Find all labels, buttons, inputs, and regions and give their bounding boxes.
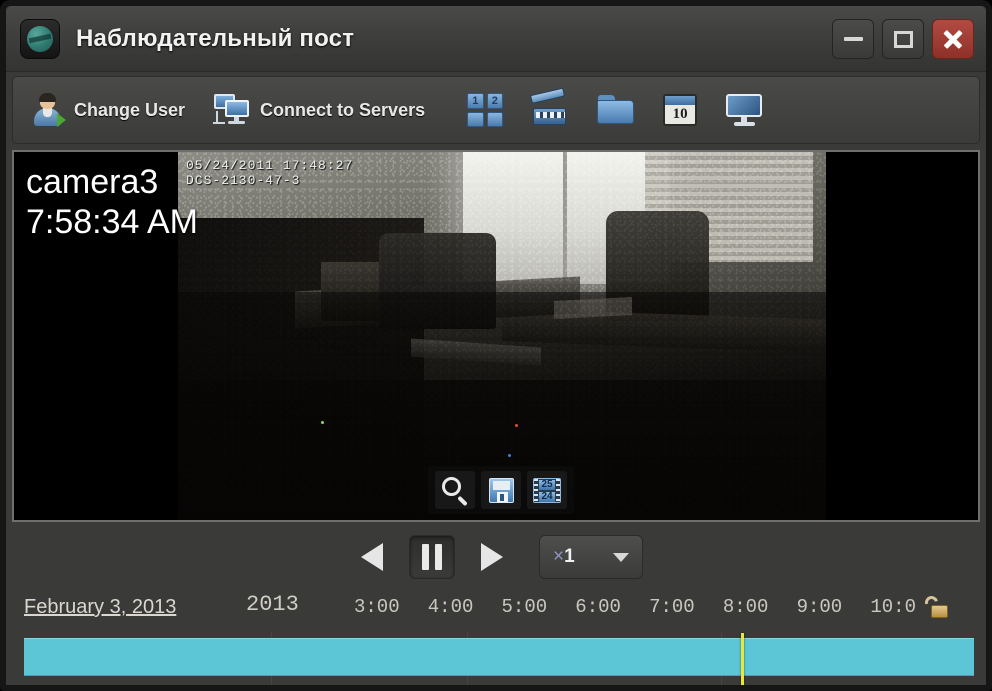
- timeline-tick: 9:00: [796, 596, 843, 618]
- chevron-down-icon: [613, 552, 629, 562]
- user-switch-icon: [31, 93, 66, 127]
- close-icon: [942, 28, 964, 50]
- timeline-tick-labels: 3:00 4:00 5:00 6:00 7:00 8:00 9:00 10:0: [354, 596, 916, 618]
- application-window: Наблюдательный пост Change User Connect …: [0, 0, 992, 691]
- pause-button[interactable]: [409, 535, 455, 579]
- camera-osd-model: DCS-2130-47-3: [186, 173, 301, 188]
- frame-step-button[interactable]: 25 24: [527, 471, 567, 509]
- layout-grid-button[interactable]: 1 2: [463, 83, 507, 137]
- calendar-icon: 10: [663, 94, 698, 126]
- timeline-date-link[interactable]: February 3, 2013: [24, 596, 176, 619]
- floppy-save-icon: [488, 477, 514, 503]
- play-forward-icon: [481, 543, 503, 571]
- window-title: Наблюдательный пост: [76, 24, 355, 52]
- camera-name-overlay: camera3: [26, 163, 159, 201]
- play-reverse-icon: [361, 543, 383, 571]
- grid-cell-1: 1: [467, 93, 484, 109]
- unlocked-padlock-icon[interactable]: [922, 593, 948, 618]
- window-controls: [832, 19, 974, 59]
- change-user-button[interactable]: Change User: [27, 83, 189, 137]
- timeline-playhead[interactable]: [741, 633, 745, 685]
- magnifier-icon: [442, 477, 468, 507]
- display-monitor-button[interactable]: [721, 83, 767, 137]
- save-snapshot-button[interactable]: [481, 471, 521, 509]
- grid-cell-3: [467, 111, 484, 127]
- play-reverse-button[interactable]: [349, 535, 395, 579]
- title-bar: Наблюдательный пост: [6, 6, 986, 72]
- timeline-tick: 4:00: [427, 596, 474, 618]
- timeline-track-area: [6, 632, 986, 685]
- timeline-tick: 8:00: [722, 596, 769, 618]
- playback-time-overlay: 7:58:34 AM: [26, 203, 199, 241]
- video-tools-overlay: 25 24: [428, 466, 574, 514]
- grid-cell-4: [486, 111, 504, 127]
- maximize-button[interactable]: [882, 19, 924, 59]
- connect-to-servers-label: Connect to Servers: [260, 99, 426, 120]
- timeline-year-label: 2013: [246, 592, 299, 617]
- timeline-tick: 6:00: [575, 596, 621, 618]
- timeline-tick: 7:00: [649, 596, 695, 618]
- timeline-tick: 3:00: [354, 596, 400, 618]
- minimize-button[interactable]: [832, 19, 874, 59]
- timeline-tick: 10:0: [870, 596, 916, 618]
- calendar-day: 10: [672, 106, 688, 122]
- servers-monitor-icon: [213, 93, 251, 127]
- timeline: February 3, 2013 2013 3:00 4:00 5:00 6:0…: [6, 588, 986, 685]
- film-frame-top: 25: [539, 479, 555, 490]
- timeline-recording-track[interactable]: [24, 633, 974, 685]
- playback-controls: ×1: [6, 526, 986, 588]
- camera-video-frame: [178, 152, 826, 520]
- timeline-tick: 5:00: [501, 596, 548, 618]
- film-frame-bottom: 24: [539, 491, 555, 502]
- clapperboard-icon: [530, 87, 569, 126]
- archive-folder-button[interactable]: [593, 83, 639, 137]
- maximize-icon: [893, 30, 913, 48]
- app-logo-icon: [20, 18, 60, 59]
- recordings-button[interactable]: [527, 83, 573, 137]
- film-frames-icon: 25 24: [533, 477, 561, 503]
- speed-number: 1: [564, 546, 575, 567]
- speed-prefix: ×: [553, 546, 565, 567]
- playback-speed-select[interactable]: ×1: [539, 535, 643, 579]
- pause-icon: [422, 544, 442, 570]
- calendar-button[interactable]: 10: [659, 83, 701, 137]
- grid-cell-2: 2: [486, 93, 504, 109]
- video-viewport[interactable]: 05/24/2011 17:48:27 DCS-2130-47-3 camera…: [12, 150, 980, 522]
- connect-to-servers-button[interactable]: Connect to Servers: [209, 83, 429, 137]
- main-toolbar: Change User Connect to Servers 1 2 10: [12, 76, 980, 144]
- monitor-icon: [725, 94, 763, 126]
- letterbox-right: [826, 152, 978, 520]
- change-user-label: Change User: [74, 99, 186, 120]
- minimize-icon: [843, 37, 863, 41]
- camera-osd-overlay: 05/24/2011 17:48:27 DCS-2130-47-3: [186, 158, 353, 188]
- play-forward-button[interactable]: [469, 535, 515, 579]
- grid-layout-icon: 1 2: [467, 93, 504, 127]
- camera-osd-datetime: 05/24/2011 17:48:27: [186, 158, 354, 173]
- close-button[interactable]: [932, 19, 974, 59]
- folder-icon: [597, 95, 635, 125]
- playback-speed-value: ×1: [553, 546, 575, 568]
- zoom-tool-button[interactable]: [435, 471, 475, 509]
